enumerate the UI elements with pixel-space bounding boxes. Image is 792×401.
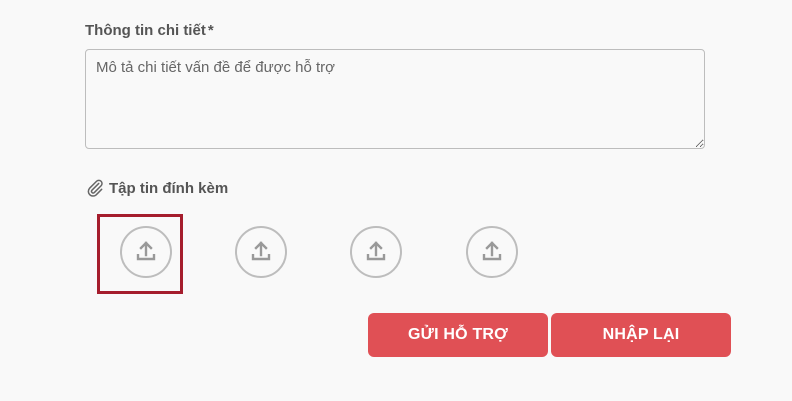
upload-icon [482, 241, 502, 261]
submit-support-button[interactable]: GỬI HỖ TRỢ [368, 313, 548, 357]
upload-slot-1[interactable] [120, 226, 172, 278]
attachments-label: Tập tin đính kèm [109, 179, 229, 197]
support-form: Thông tin chi tiết* Tập tin đính kèm [0, 0, 792, 401]
upload-icon [251, 241, 271, 261]
upload-icon [136, 241, 156, 261]
details-label: Thông tin chi tiết * [85, 22, 214, 39]
details-textarea[interactable] [85, 49, 705, 149]
paperclip-icon [85, 178, 105, 198]
required-mark: * [207, 22, 214, 39]
upload-icon [366, 241, 386, 261]
upload-slot-3[interactable] [350, 226, 402, 278]
attachments-header: Tập tin đính kèm [85, 178, 228, 198]
reset-button[interactable]: NHẬP LẠI [551, 313, 731, 357]
upload-slot-4[interactable] [466, 226, 518, 278]
upload-slot-2[interactable] [235, 226, 287, 278]
details-label-text: Thông tin chi tiết [85, 22, 206, 39]
